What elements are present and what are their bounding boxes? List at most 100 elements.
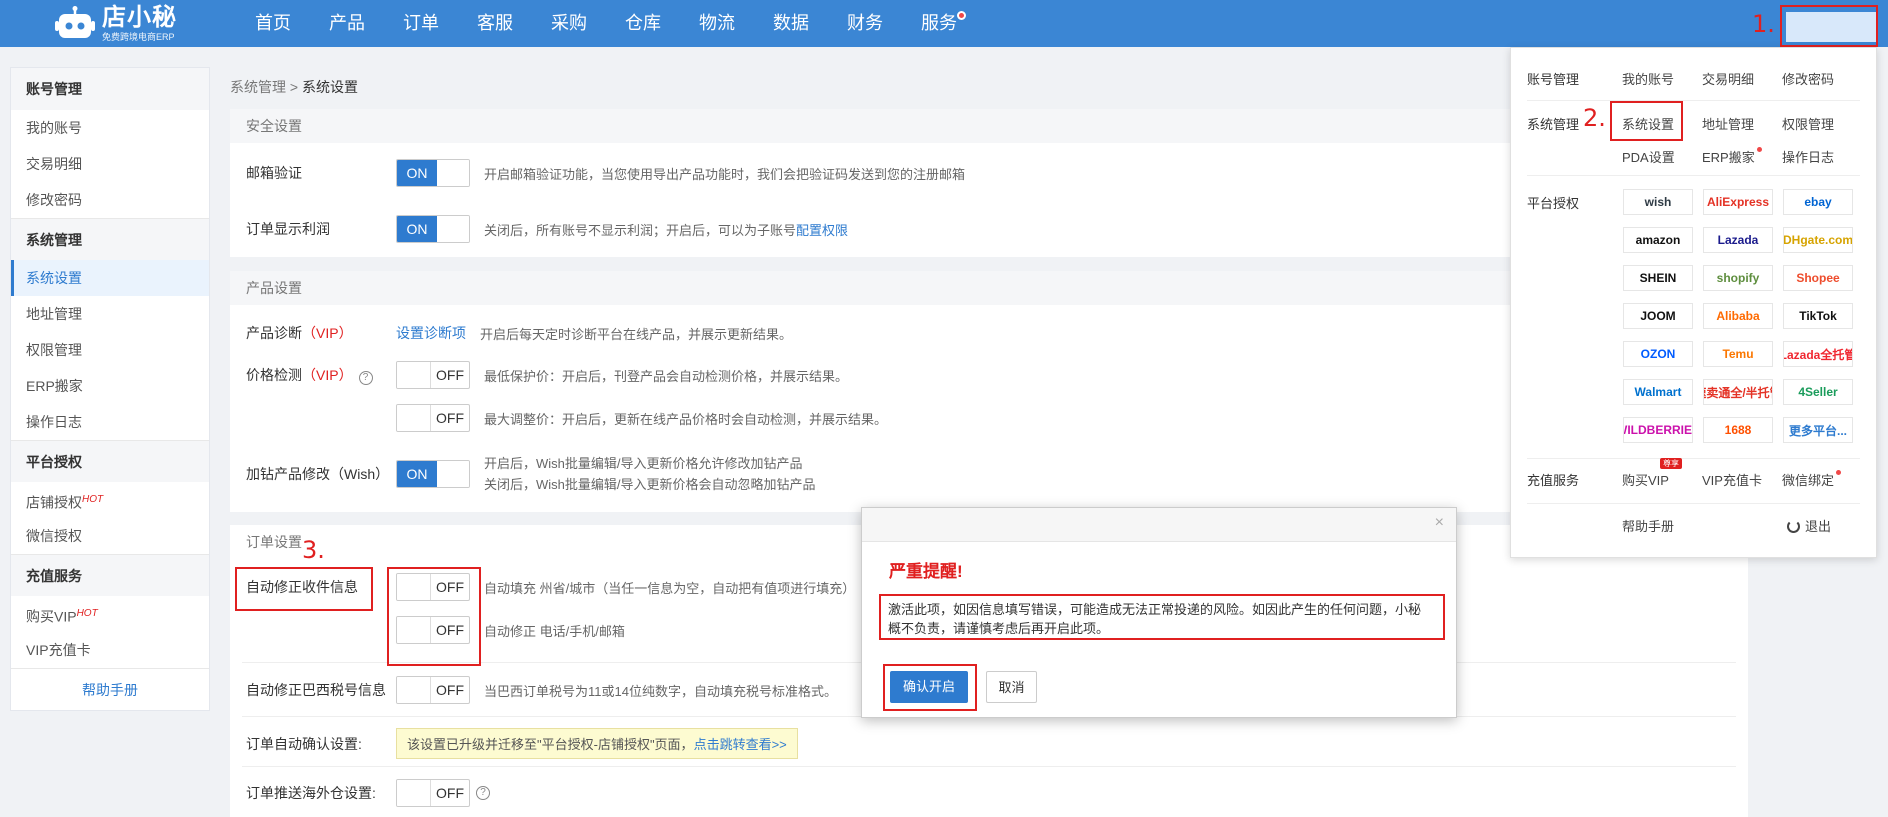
sidebar-item-system-settings[interactable]: 系统设置 xyxy=(11,260,209,296)
sidebar-item-wechat-auth[interactable]: 微信授权 xyxy=(11,518,209,554)
platform-logo[interactable]: SHEIN xyxy=(1623,265,1693,291)
help-manual-link[interactable]: 帮助手册 xyxy=(11,668,209,710)
nav-customer-service[interactable]: 客服 xyxy=(458,0,532,47)
breadcrumb-parent[interactable]: 系统管理 xyxy=(230,79,286,95)
dd-operation-log[interactable]: 操作日志 xyxy=(1782,147,1862,166)
dd-erp-migration[interactable]: ERP搬家 xyxy=(1702,147,1782,166)
platform-logo[interactable]: WILDBERRIES xyxy=(1623,417,1693,443)
platform-logo[interactable]: wish xyxy=(1623,189,1693,215)
label-text: 产品诊断 xyxy=(246,325,302,341)
jump-to-view-link[interactable]: 点击跳转查看>> xyxy=(694,737,787,752)
max-price-toggle[interactable]: OFF xyxy=(396,404,470,432)
platform-logo[interactable]: amazon xyxy=(1623,227,1693,253)
nav-warehouse[interactable]: 仓库 xyxy=(606,0,680,47)
platform-logo[interactable]: Lazada xyxy=(1703,227,1773,253)
email-verify-toggle[interactable]: ON xyxy=(396,159,470,187)
nav-logistics[interactable]: 物流 xyxy=(680,0,754,47)
dd-system-row: 系统管理 系统设置 地址管理 权限管理 xyxy=(1527,114,1862,133)
main-nav: 首页 产品 订单 客服 采购 仓库 物流 数据 财务 服务 xyxy=(236,0,976,47)
highlight-box-message xyxy=(879,594,1445,640)
brazil-tax-toggle[interactable]: OFF xyxy=(396,676,470,704)
help-question-icon[interactable]: ? xyxy=(358,371,373,385)
step-marker-1: 1. xyxy=(1752,10,1775,38)
vip-tag: （VIP） xyxy=(302,367,353,383)
dd-account-title: 账号管理 xyxy=(1527,72,1580,87)
platform-logo[interactable]: 更多平台... xyxy=(1783,417,1853,443)
platform-logo[interactable]: JOOM xyxy=(1623,303,1693,329)
platform-logo[interactable]: ebay xyxy=(1783,189,1853,215)
dd-my-account[interactable]: 我的账号 xyxy=(1622,69,1702,88)
warning-dialog: × 严重提醒! 激活此项，如因信息填写错误，可能造成无法正常投递的风险。如因此产… xyxy=(861,507,1457,718)
nav-services[interactable]: 服务 xyxy=(902,0,976,47)
logo-subtitle: 免费跨境电商ERP xyxy=(102,31,175,42)
order-profit-toggle[interactable]: ON xyxy=(396,215,470,243)
notification-dot xyxy=(1756,147,1762,152)
nav-home[interactable]: 首页 xyxy=(236,0,310,47)
push-overseas-label: 订单推送海外仓设置: xyxy=(246,785,376,801)
push-overseas-toggle[interactable]: OFF xyxy=(396,779,470,807)
platform-logo[interactable]: AliExpress xyxy=(1703,189,1773,215)
dd-pda-settings[interactable]: PDA设置 xyxy=(1622,147,1702,166)
platform-logo[interactable]: 4Seller xyxy=(1783,379,1853,405)
nav-purchasing[interactable]: 采购 xyxy=(532,0,606,47)
nav-orders[interactable]: 订单 xyxy=(384,0,458,47)
logo-name: 店小秘 xyxy=(102,3,177,31)
platform-logo[interactable]: Shopee xyxy=(1783,265,1853,291)
dd-buy-vip[interactable]: 购买VIP 尊享 xyxy=(1622,458,1702,489)
dd-logout[interactable]: 退出 xyxy=(1787,516,1867,535)
dd-change-password[interactable]: 修改密码 xyxy=(1782,69,1862,88)
dd-wechat-bind[interactable]: 微信绑定 xyxy=(1782,470,1862,489)
product-diagnosis-row: 产品诊断（VIP） 设置诊断项 开启后每天定时诊断平台在线产品，并展示更新结果。 xyxy=(246,323,792,343)
platform-logo[interactable]: Walmart xyxy=(1623,379,1693,405)
platform-logo[interactable]: 速卖通全/半托管 xyxy=(1703,379,1773,405)
sidebar-item-change-password[interactable]: 修改密码 xyxy=(11,182,209,218)
dialog-titlebar: × xyxy=(862,508,1456,542)
platform-logo[interactable]: DHgate.com xyxy=(1783,227,1853,253)
platform-logo[interactable]: 1688 xyxy=(1703,417,1773,443)
breadcrumb-current: 系统设置 xyxy=(301,79,358,95)
platform-logo[interactable]: TikTok xyxy=(1783,303,1853,329)
dd-transactions[interactable]: 交易明细 xyxy=(1702,69,1782,88)
platform-logo[interactable]: shopify xyxy=(1703,265,1773,291)
diagnosis-settings-link[interactable]: 设置诊断项 xyxy=(396,323,466,343)
top-nav-bar: 店小秘 免费跨境电商ERP 首页 产品 订单 客服 采购 仓库 物流 数据 财务… xyxy=(0,0,1888,47)
highlight-box-3b xyxy=(387,567,481,666)
sidebar-section-system: 系统管理 xyxy=(11,218,209,260)
notice-text: 该设置已升级并迁移至"平台授权-店铺授权"页面， xyxy=(407,737,694,752)
cancel-button[interactable]: 取消 xyxy=(986,671,1037,703)
close-icon[interactable]: × xyxy=(1435,514,1444,532)
nav-finance[interactable]: 财务 xyxy=(828,0,902,47)
dd-vip-card[interactable]: VIP充值卡 xyxy=(1702,470,1782,489)
logo[interactable]: 店小秘 免费跨境电商ERP xyxy=(52,0,177,47)
platform-logo[interactable]: Temu xyxy=(1703,341,1773,367)
sidebar-item-permissions[interactable]: 权限管理 xyxy=(11,332,209,368)
nav-data[interactable]: 数据 xyxy=(754,0,828,47)
platform-logo[interactable]: OZON xyxy=(1623,341,1693,367)
sidebar-item-vip-card[interactable]: VIP充值卡 xyxy=(11,632,209,668)
nav-products[interactable]: 产品 xyxy=(310,0,384,47)
dd-help-manual[interactable]: 帮助手册 xyxy=(1622,516,1787,535)
sidebar-item-erp-migration[interactable]: ERP搬家 xyxy=(11,368,209,404)
sidebar-item-label: 购买VIP xyxy=(26,608,77,625)
sidebar-item-shop-auth[interactable]: 店铺授权HOT xyxy=(11,482,209,518)
dd-permissions[interactable]: 权限管理 xyxy=(1782,114,1862,133)
sidebar-item-address[interactable]: 地址管理 xyxy=(11,296,209,332)
dd-address[interactable]: 地址管理 xyxy=(1702,114,1782,133)
sidebar-item-my-account[interactable]: 我的账号 xyxy=(11,110,209,146)
config-permission-link[interactable]: 配置权限 xyxy=(796,223,848,238)
platform-logo[interactable]: Lazada全托管 xyxy=(1783,341,1853,367)
platform-logo[interactable]: Alibaba xyxy=(1703,303,1773,329)
help-question-icon[interactable]: ? xyxy=(476,786,490,800)
wish-promoted-toggle[interactable]: ON xyxy=(396,460,470,488)
sidebar-item-transactions[interactable]: 交易明细 xyxy=(11,146,209,182)
order-profit-label: 订单显示利润 xyxy=(246,221,330,237)
min-price-toggle[interactable]: OFF xyxy=(396,361,470,389)
sidebar-item-operation-log[interactable]: 操作日志 xyxy=(11,404,209,440)
dd-erp-label: ERP搬家 xyxy=(1702,150,1755,165)
dd-wechat-label: 微信绑定 xyxy=(1782,473,1835,488)
sidebar-item-buy-vip[interactable]: 购买VIPHOT xyxy=(11,596,209,632)
premium-badge: 尊享 xyxy=(1660,458,1682,469)
divider xyxy=(1527,458,1860,459)
dd-recharge-row: 充值服务 购买VIP 尊享 VIP充值卡 微信绑定 xyxy=(1527,458,1862,489)
highlight-box-confirm xyxy=(883,664,977,711)
